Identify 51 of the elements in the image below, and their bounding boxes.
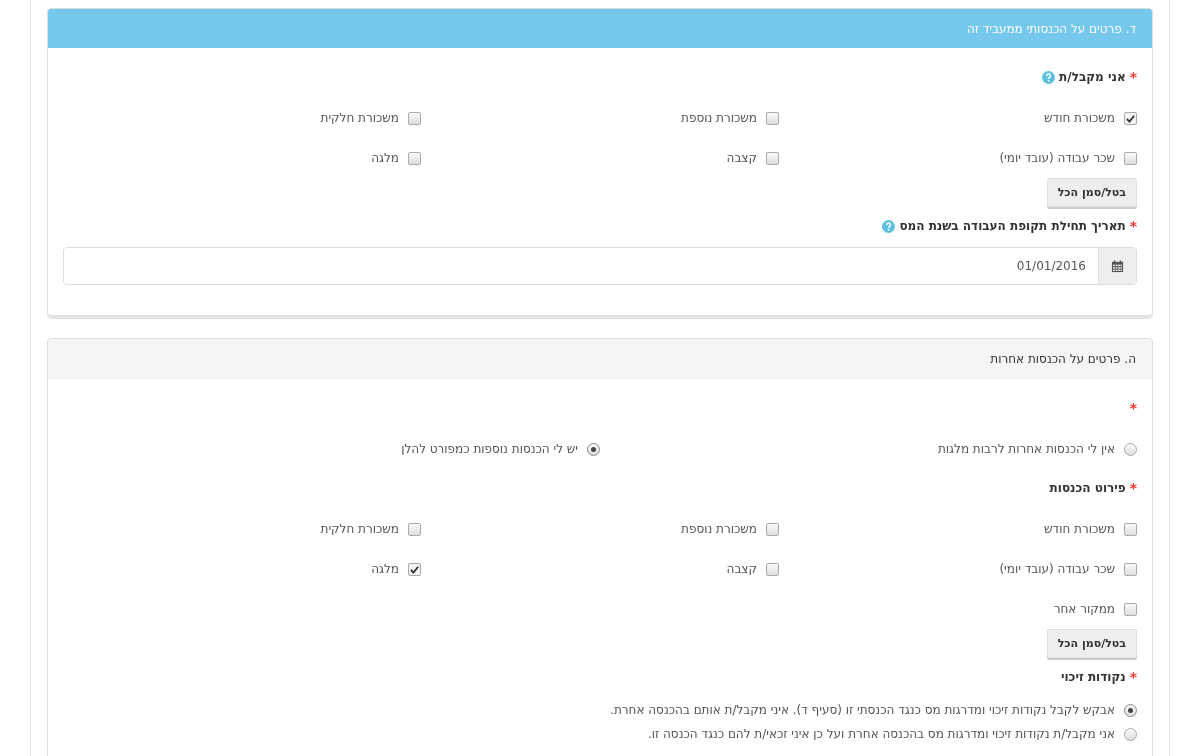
field-label: נקודות זיכוי [1060, 670, 1126, 684]
required-asterisk: * [1129, 480, 1137, 496]
required-asterisk: * [1129, 69, 1137, 85]
calendar-icon [1111, 259, 1124, 273]
required-asterisk: * [1129, 669, 1137, 685]
option-label[interactable]: שכר עבודה (עובד יומי) [999, 151, 1115, 165]
field-label: תאריך תחילת תקופת העבודה בשנת המס [899, 219, 1126, 233]
panel-title: ד. פרטים על הכנסותי ממעביד זה [966, 21, 1136, 36]
checkbox[interactable] [766, 522, 779, 536]
toggle-all-button[interactable]: בטל/סמן הכל [1046, 629, 1137, 658]
option-label[interactable]: יש לי הכנסות נוספות כמפורט להלן [401, 442, 578, 456]
option-label[interactable]: אני מקבל/ת נקודות זיכוי ומדרגות מס בהכנסה אחרת ועל כן איני זכאי/ת להם כנגד הכנסה זו. [647, 727, 1115, 741]
help-icon[interactable] [882, 219, 896, 233]
checkbox[interactable] [408, 522, 421, 536]
option-label[interactable]: מלגה [371, 562, 399, 576]
checkbox[interactable] [766, 111, 779, 125]
checkbox[interactable] [1124, 151, 1137, 165]
option-label[interactable]: משכורת נוספת [681, 522, 757, 536]
required-asterisk: * [1129, 400, 1137, 416]
checkbox[interactable] [1124, 602, 1137, 616]
option-label[interactable]: שכר עבודה (עובד יומי) [999, 562, 1115, 576]
field-label: פירוט הכנסות [1049, 481, 1126, 495]
checkbox[interactable] [408, 562, 421, 576]
option-label[interactable]: משכורת נוספת [681, 111, 757, 125]
toggle-all-button[interactable]: בטל/סמן הכל [1046, 178, 1137, 207]
option-label[interactable]: ממקור אחר [1053, 602, 1115, 616]
date-field[interactable]: 01/01/2016 [63, 247, 1137, 285]
option-label[interactable]: משכורת חודש [1044, 522, 1115, 536]
checkbox[interactable] [408, 111, 421, 125]
checkbox[interactable] [766, 151, 779, 165]
checkbox[interactable] [1124, 522, 1137, 536]
help-icon[interactable] [1042, 70, 1056, 84]
option-label[interactable]: קצבה [726, 562, 757, 576]
required-asterisk: * [1129, 218, 1137, 234]
option-label[interactable]: אבקש לקבל נקודות זיכוי ומדרגות מס כנגד הכנסתי זו (סעיף ד). איני מקבל/ת אותם בהכנסה אחרת. [610, 703, 1115, 717]
option-label[interactable]: מלגה [371, 151, 399, 165]
field-label: אני מקבל/ת [1059, 70, 1126, 84]
checkbox[interactable] [766, 562, 779, 576]
radio-button[interactable] [1124, 442, 1137, 456]
checkbox[interactable] [1124, 111, 1137, 125]
option-label[interactable]: אין לי הכנסות אחרות לרבות מלגות [937, 442, 1115, 456]
radio-button[interactable] [587, 442, 600, 456]
option-label[interactable]: משכורת חלקית [320, 111, 399, 125]
checkbox[interactable] [408, 151, 421, 165]
option-label[interactable]: משכורת חודש [1044, 111, 1115, 125]
option-label[interactable]: קצבה [726, 151, 757, 165]
radio-button[interactable] [1124, 703, 1137, 717]
panel-title: ה. פרטים על הכנסות אחרות [990, 351, 1136, 366]
option-label[interactable]: משכורת חלקית [320, 522, 399, 536]
radio-button[interactable] [1124, 727, 1137, 741]
checkbox[interactable] [1124, 562, 1137, 576]
